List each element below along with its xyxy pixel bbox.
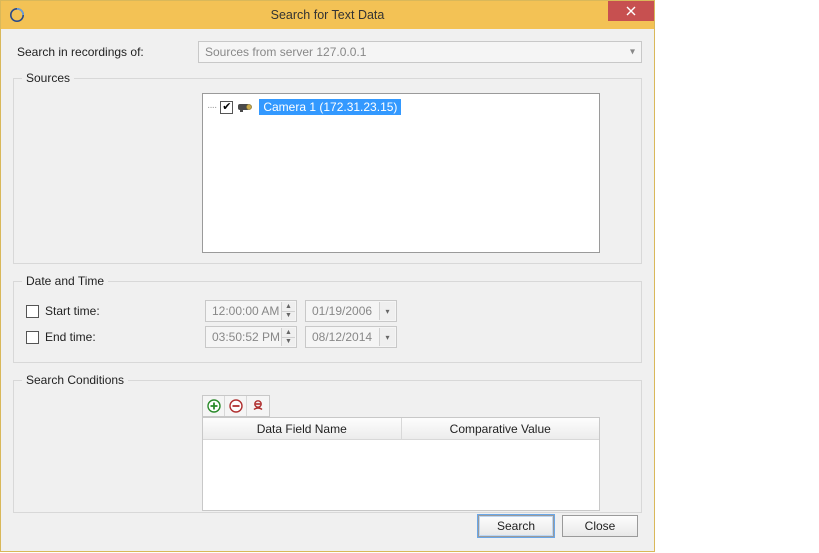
start-time-row: Start time: 12:00:00 AM ▲ ▼ 01/19/2006 ▾ (22, 300, 633, 322)
app-icon (9, 7, 25, 23)
end-date-input[interactable]: 08/12/2014 ▾ (305, 326, 397, 348)
conditions-content: Data Field Name Comparative Value (202, 395, 633, 511)
time-spinner-buttons[interactable]: ▲ ▼ (281, 328, 295, 346)
add-condition-button[interactable] (203, 396, 225, 416)
column-field-name[interactable]: Data Field Name (203, 418, 402, 440)
search-button[interactable]: Search (478, 515, 554, 537)
spinner-up-icon[interactable]: ▲ (281, 302, 295, 312)
server-combo-value: Sources from server 127.0.0.1 (205, 45, 366, 59)
conditions-group: Search Conditions (13, 373, 642, 513)
remove-condition-button[interactable] (225, 396, 247, 416)
sources-group: Sources ···· ✔ Camera 1 (172.31.23.15) (13, 71, 642, 264)
conditions-legend: Search Conditions (22, 373, 128, 387)
sources-legend: Sources (22, 71, 74, 85)
window-title: Search for Text Data (1, 8, 654, 22)
server-combo[interactable]: Sources from server 127.0.0.1 ▾ (198, 41, 642, 63)
plus-icon (207, 399, 221, 413)
sources-tree[interactable]: ···· ✔ Camera 1 (172.31.23.15) (202, 93, 600, 253)
minus-icon (229, 399, 243, 413)
start-date-value: 01/19/2006 (312, 304, 372, 318)
tree-connector: ···· (207, 102, 216, 113)
start-date-input[interactable]: 01/19/2006 ▾ (305, 300, 397, 322)
chevron-down-icon: ▾ (630, 47, 635, 58)
clear-icon (251, 399, 265, 413)
spinner-up-icon[interactable]: ▲ (281, 328, 295, 338)
conditions-header: Data Field Name Comparative Value (203, 418, 599, 440)
search-in-row: Search in recordings of: Sources from se… (13, 41, 642, 63)
tree-item-label: Camera 1 (172.31.23.15) (259, 99, 401, 115)
spinner-down-icon[interactable]: ▼ (281, 338, 295, 347)
search-button-label: Search (497, 519, 535, 533)
conditions-table[interactable]: Data Field Name Comparative Value (202, 417, 600, 511)
tree-item[interactable]: ···· ✔ Camera 1 (172.31.23.15) (207, 98, 595, 116)
spinner-down-icon[interactable]: ▼ (281, 312, 295, 321)
date-dropdown-icon[interactable]: ▾ (379, 302, 395, 320)
end-date-value: 08/12/2014 (312, 330, 372, 344)
column-comparative-value[interactable]: Comparative Value (402, 418, 600, 440)
conditions-toolbar (202, 395, 270, 417)
start-time-value: 12:00:00 AM (212, 304, 279, 318)
date-dropdown-icon[interactable]: ▾ (379, 328, 395, 346)
close-button[interactable]: Close (562, 515, 638, 537)
time-spinner-buttons[interactable]: ▲ ▼ (281, 302, 295, 320)
search-in-label: Search in recordings of: (13, 45, 198, 59)
start-time-label: Start time: (45, 304, 205, 318)
camera-icon (237, 101, 255, 113)
client-area: Search in recordings of: Sources from se… (1, 29, 654, 535)
start-time-checkbox[interactable] (26, 305, 39, 318)
start-time-input[interactable]: 12:00:00 AM ▲ ▼ (205, 300, 297, 322)
end-time-input[interactable]: 03:50:52 PM ▲ ▼ (205, 326, 297, 348)
date-time-legend: Date and Time (22, 274, 108, 288)
end-time-checkbox[interactable] (26, 331, 39, 344)
end-time-label: End time: (45, 330, 205, 344)
date-time-group: Date and Time Start time: 12:00:00 AM ▲ … (13, 274, 642, 363)
dialog-window: Search for Text Data Search in recording… (0, 0, 655, 552)
tree-checkbox[interactable]: ✔ (220, 101, 233, 114)
close-window-button[interactable] (608, 1, 654, 21)
end-time-row: End time: 03:50:52 PM ▲ ▼ 08/12/2014 ▾ (22, 326, 633, 348)
clear-conditions-button[interactable] (247, 396, 269, 416)
dialog-footer: Search Close (478, 515, 638, 537)
titlebar: Search for Text Data (1, 1, 654, 29)
end-time-value: 03:50:52 PM (212, 330, 280, 344)
close-button-label: Close (585, 519, 616, 533)
